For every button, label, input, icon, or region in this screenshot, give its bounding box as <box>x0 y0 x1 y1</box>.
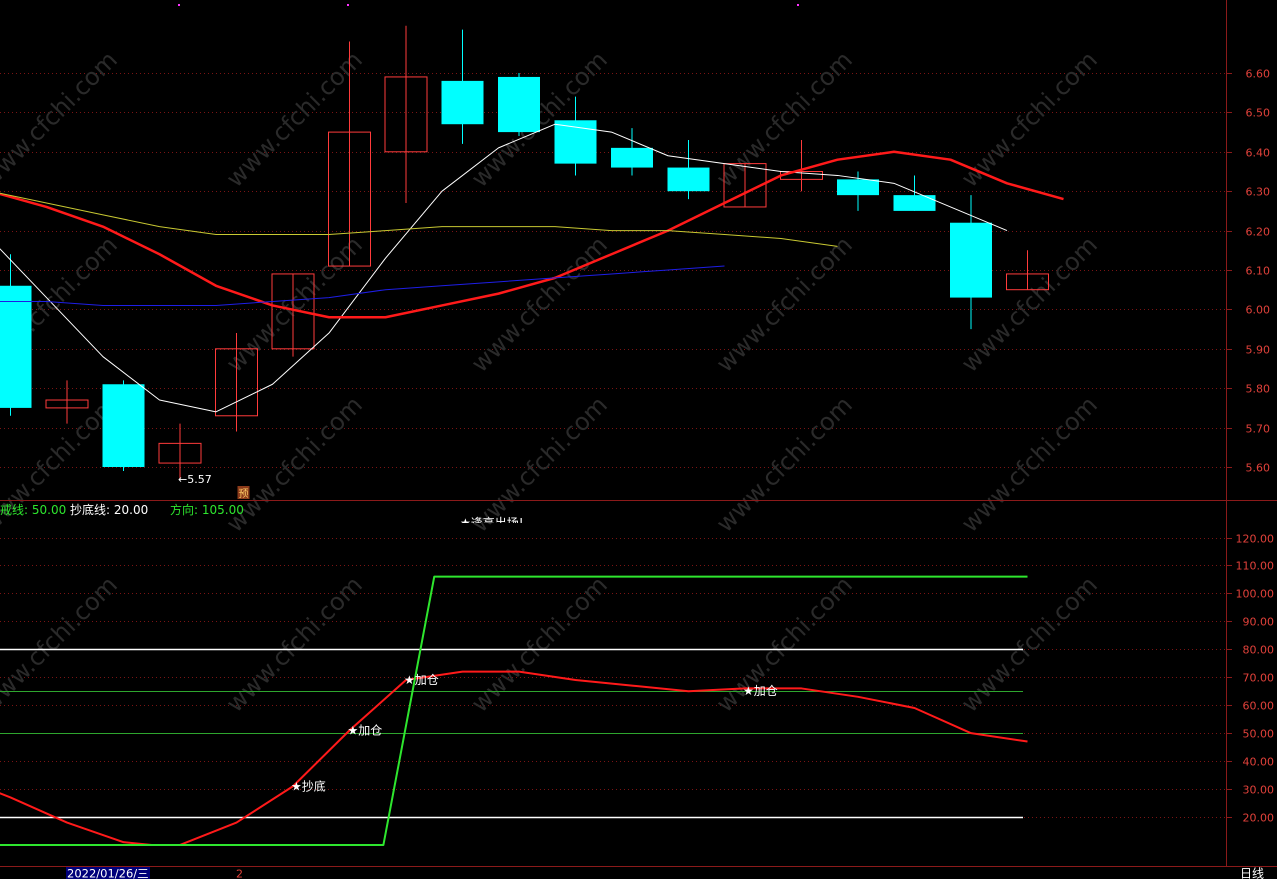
bottom-line-label: 抄底线: 20.00 <box>70 502 148 517</box>
price-tick-label: 6.10 <box>1246 265 1271 278</box>
price-panel: ←5.57 预 <box>0 25 1064 500</box>
indicator-series-line <box>0 575 1028 846</box>
preview-badge: 预 <box>239 488 249 500</box>
indicator-tick-label: 90.00 <box>1243 616 1275 629</box>
candle-body <box>950 222 992 298</box>
price-tick-label: 5.70 <box>1246 423 1271 436</box>
watermark-text: www.cfchi.com <box>0 46 123 193</box>
watermark-text: www.cfchi.com <box>466 571 613 718</box>
indicator-tick-label: 100.00 <box>1236 588 1275 601</box>
watermark-text: www.cfchi.com <box>711 391 858 538</box>
watermark-text: www.cfchi.com <box>956 391 1103 538</box>
price-tick-label: 5.80 <box>1246 383 1271 396</box>
signal-label: ★加仓 <box>404 673 439 687</box>
price-tick-label: 6.60 <box>1246 68 1271 81</box>
candle-body <box>498 76 540 133</box>
candle-body <box>837 179 879 196</box>
date-label: 2022/01/26/三 <box>67 867 149 879</box>
price-tick-label: 6.00 <box>1246 304 1271 317</box>
watermark-text: www.cfchi.com <box>711 46 858 193</box>
indicator-tick-label: 120.00 <box>1236 533 1275 546</box>
price-axis: 5.60 5.70 5.80 5.90 6.00 6.10 6.20 6.30 6.40 6.50… <box>1226 68 1274 825</box>
indicator-tick-label: 110.00 <box>1236 560 1275 573</box>
signal-label: ★加仓 <box>348 723 383 737</box>
candle-body <box>0 285 32 408</box>
top-marker-dot <box>347 4 349 6</box>
indicator-tick-label: 60.00 <box>1243 700 1275 713</box>
indicator-tick-label: 80.00 <box>1243 644 1275 657</box>
price-tick-label: 5.60 <box>1246 462 1271 475</box>
watermark-text: www.cfchi.com <box>466 231 613 378</box>
candle-body <box>667 167 710 192</box>
top-marker-dot <box>178 4 180 6</box>
price-tick-label: 6.40 <box>1246 147 1271 160</box>
price-tick-label: 6.20 <box>1246 226 1271 239</box>
candle-body <box>441 80 484 125</box>
price-tick-label: 6.50 <box>1246 107 1271 120</box>
indicator-tick-label: 20.00 <box>1243 812 1275 825</box>
candle-body <box>611 147 653 168</box>
watermark-text: www.cfchi.com <box>956 571 1103 718</box>
indicator-series-line <box>0 670 1028 846</box>
watermark-text: www.cfchi.com <box>221 231 368 378</box>
watermark-text: www.cfchi.com <box>221 46 368 193</box>
signal-label: ★抄底 <box>291 778 326 793</box>
candle-body <box>893 195 936 211</box>
top-marker-dot <box>797 4 799 6</box>
period-label[interactable]: 日线 <box>1240 867 1264 879</box>
watermark-layer: www.cfchi.com www.cfchi.com www.cfchi.com w… <box>0 46 1103 718</box>
watermark-text: www.cfchi.com <box>711 231 858 378</box>
price-tick-label: 6.30 <box>1246 186 1271 199</box>
low-price-annotation: ←5.57 <box>178 473 212 486</box>
direction-label: 方向: 105.00 <box>170 502 244 517</box>
indicator-tick-label: 30.00 <box>1243 784 1275 797</box>
watermark-text: www.cfchi.com <box>221 571 368 718</box>
footer-marker: 2 <box>236 868 243 879</box>
indicator-tick-label: 50.00 <box>1243 728 1275 741</box>
watermark-text: www.cfchi.com <box>711 571 858 718</box>
warn-line-label: 警戒线: 50.00 <box>0 502 66 517</box>
price-tick-label: 5.90 <box>1246 344 1271 357</box>
indicator-tick-label: 40.00 <box>1243 756 1275 769</box>
signal-label: ★加仓 <box>743 684 778 698</box>
indicator-panel: ★抄底 ★加仓 ★加仓 ★加仓 <box>0 575 1028 846</box>
watermark-text: www.cfchi.com <box>0 571 123 718</box>
indicator-tick-label: 70.00 <box>1243 672 1275 685</box>
candle-body <box>102 384 145 467</box>
stock-chart: www.cfchi.com www.cfchi.com www.cfchi.com w… <box>0 0 1277 879</box>
moving-average-line <box>0 265 725 306</box>
